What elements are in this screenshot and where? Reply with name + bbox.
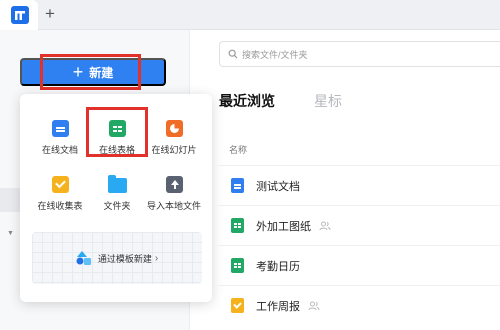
online-sheet-highlight-box	[86, 107, 148, 157]
app-logo-icon	[11, 6, 29, 24]
doc-file-icon	[231, 178, 244, 193]
file-row[interactable]: 测试文档	[219, 165, 500, 205]
search-input[interactable]: 搜索文件/文件夹	[219, 41, 500, 67]
menu-item-label: 导入本地文件	[146, 201, 201, 211]
online-form-icon	[51, 176, 69, 193]
new-from-template-button[interactable]: 通过模板新建 ›	[32, 232, 202, 284]
tab-starred[interactable]: 星标	[314, 91, 342, 111]
search-icon	[228, 49, 238, 59]
menu-item-online-slide[interactable]: 在线幻灯片	[142, 120, 206, 156]
add-tab-button[interactable]: +	[45, 4, 55, 24]
template-shapes-icon	[76, 251, 91, 265]
menu-item-online-doc[interactable]: 在线文档	[28, 120, 92, 156]
online-doc-icon	[51, 120, 69, 137]
file-name: 考勤日历	[256, 260, 300, 273]
file-row[interactable]: 考勤日历	[219, 245, 500, 285]
file-row[interactable]: 工作周报	[219, 285, 500, 325]
column-header-name: 名称	[229, 145, 248, 155]
sidebar-selected-item[interactable]	[0, 188, 20, 212]
menu-item-online-form[interactable]: 在线收集表	[28, 176, 92, 212]
file-name: 工作周报	[256, 300, 300, 313]
file-name: 外加工图纸	[256, 220, 311, 233]
shared-users-icon	[319, 221, 331, 230]
file-row[interactable]: 外加工图纸	[219, 205, 500, 245]
menu-item-label: 文件夹	[103, 201, 131, 211]
template-button-label: 通过模板新建	[97, 253, 152, 264]
menu-item-folder[interactable]: 文件夹	[85, 175, 149, 212]
file-name: 测试文档	[256, 180, 300, 193]
search-placeholder: 搜索文件/文件夹	[242, 49, 308, 60]
tab-bar: +	[0, 0, 500, 30]
online-slide-icon	[165, 120, 183, 137]
chevron-right-icon: ›	[154, 252, 159, 264]
shared-users-icon	[308, 301, 320, 310]
menu-item-label: 在线收集表	[37, 201, 83, 211]
sheet-file-icon	[231, 258, 244, 273]
menu-item-label: 在线幻灯片	[151, 145, 197, 155]
menu-item-label: 在线文档	[41, 145, 78, 155]
app-tab[interactable]	[0, 0, 38, 30]
tab-recent[interactable]: 最近浏览	[219, 91, 275, 111]
upload-icon	[165, 176, 183, 193]
form-file-icon	[231, 298, 244, 313]
new-button-highlight-box	[40, 54, 141, 90]
folder-icon	[107, 175, 127, 193]
sheet-file-icon	[231, 218, 244, 233]
menu-item-import-local[interactable]: 导入本地文件	[142, 176, 206, 212]
sidebar-expand-caret-icon[interactable]: ▼	[7, 230, 14, 237]
